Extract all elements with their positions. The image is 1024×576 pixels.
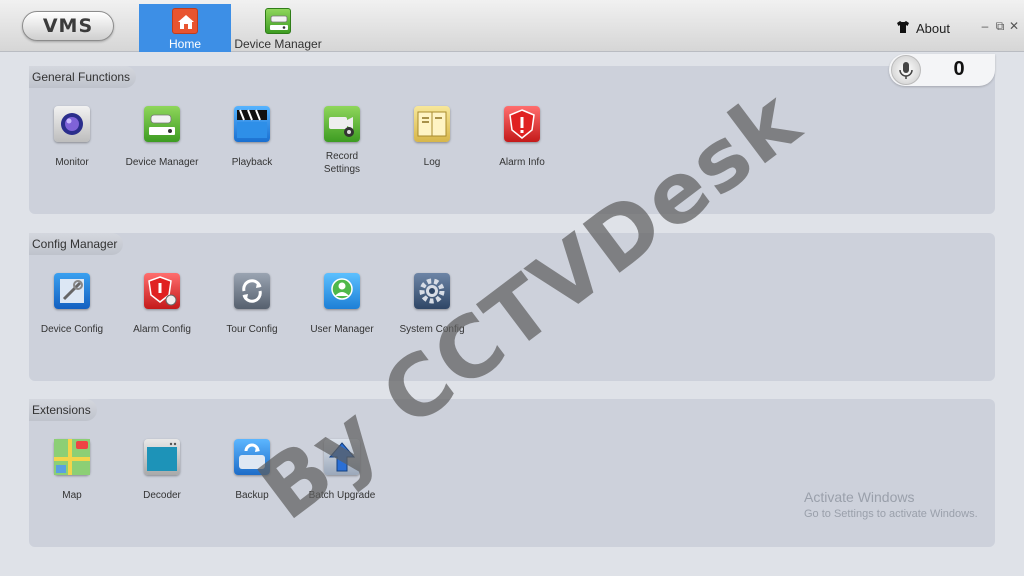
item-label: Batch Upgrade (308, 490, 376, 501)
alarm-count: 0 (953, 58, 965, 80)
microphone-icon (891, 55, 921, 85)
section-title: Config Manager (29, 233, 124, 255)
tab-home-label: Home (168, 37, 201, 51)
section-title: General Functions (29, 66, 137, 88)
tab-device-manager-label: Device Manager (234, 37, 322, 51)
home-icon (172, 8, 198, 34)
device-config-icon (54, 273, 90, 309)
item-label: Alarm Info (499, 157, 545, 168)
about-label: About (916, 20, 950, 36)
activate-subtitle: Go to Settings to activate Windows. (804, 508, 978, 520)
top-bar: VMS Home Device Manager About – ⧉ ✕ (0, 0, 1024, 52)
about-button[interactable]: About (896, 19, 950, 37)
item-label: System Config (399, 324, 465, 335)
device-manager-icon (144, 106, 180, 142)
map-icon (54, 439, 90, 475)
backup-icon (234, 439, 270, 475)
app-logo: VMS (22, 11, 114, 41)
restore-icon[interactable]: ⧉ (994, 19, 1006, 34)
device-manager-icon (265, 8, 291, 34)
record-settings-icon (324, 106, 360, 142)
activate-title: Activate Windows (804, 489, 915, 505)
system-config-icon (414, 273, 450, 309)
monitor-icon (54, 106, 90, 142)
section-extensions: Extensions Map Decoder Backup Batch Upgr… (29, 399, 995, 547)
activate-windows-notice: Activate Windows Go to Settings to activ… (804, 489, 978, 520)
minimize-icon[interactable]: – (979, 19, 991, 33)
batch-upgrade-icon (324, 439, 360, 475)
log-icon (414, 106, 450, 142)
alarm-counter[interactable]: 0 (889, 54, 995, 86)
section-config-manager: Config Manager Device Config Alarm Confi… (29, 233, 995, 381)
shirt-icon (896, 20, 910, 37)
section-title: Extensions (29, 399, 97, 421)
decoder-icon (144, 439, 180, 475)
user-manager-icon (324, 273, 360, 309)
alarm-info-icon (504, 106, 540, 142)
playback-icon (234, 106, 270, 142)
close-icon[interactable]: ✕ (1008, 19, 1020, 33)
section-general-functions: General Functions Monitor Device Manager… (29, 66, 995, 214)
alarm-config-icon (144, 273, 180, 309)
tour-config-icon (234, 273, 270, 309)
tab-home[interactable]: Home (139, 4, 231, 52)
tab-device-manager[interactable]: Device Manager (233, 4, 323, 52)
